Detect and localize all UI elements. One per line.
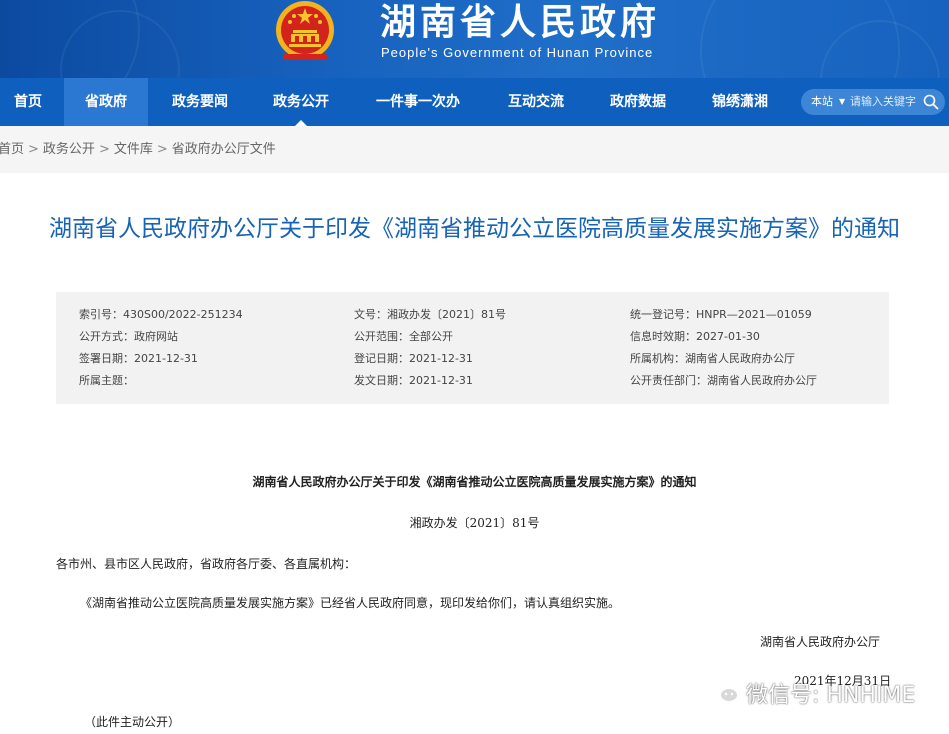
breadcrumb-link-library[interactable]: 文件库 <box>114 142 153 157</box>
breadcrumb-link-office-files[interactable]: 省政府办公厅文件 <box>172 142 276 157</box>
meta-org: 所属机构：湖南省人民政府办公厅 <box>630 352 795 365</box>
search-box[interactable]: 本站 ▼ 请输入关键字 <box>801 89 945 115</box>
nav-item-home[interactable]: 首页 <box>0 78 56 126</box>
wechat-icon <box>709 682 739 703</box>
meta-index-no: 索引号：430S00/2022-251234 <box>79 308 243 321</box>
meta-register-date: 登记日期：2021-12-31 <box>354 352 473 365</box>
nav-item-interaction[interactable]: 互动交流 <box>492 78 580 126</box>
breadcrumb-link-open-government[interactable]: 政务公开 <box>43 142 95 157</box>
nav-item-government-data[interactable]: 政府数据 <box>594 78 682 126</box>
nav-item-news[interactable]: 政务要闻 <box>156 78 244 126</box>
nav-item-open-government[interactable]: 政务公开 <box>256 78 346 126</box>
nav-item-provincial-government[interactable]: 省政府 <box>64 78 148 126</box>
site-header: 湖南省人民政府 People's Government of Hunan Pro… <box>0 0 949 78</box>
site-subtitle: People's Government of Hunan Province <box>381 45 654 60</box>
meta-doc-no: 文号：湘政办发〔2021〕81号 <box>354 308 506 321</box>
wechat-watermark: 微信号: HNHIME <box>708 676 915 710</box>
meta-unified-no: 统一登记号：HNPR—2021—01059 <box>630 308 812 321</box>
meta-publish-mode: 公开方式：政府网站 <box>79 330 178 343</box>
meta-sign-date: 签署日期：2021-12-31 <box>79 352 198 365</box>
meta-publish-scope: 公开范围：全部公开 <box>354 330 453 343</box>
article-signature: 湖南省人民政府办公厅 <box>760 635 881 649</box>
search-input[interactable]: 请输入关键字 <box>850 89 916 115</box>
breadcrumb-link-home[interactable]: 首页 <box>0 142 24 157</box>
article-body-paragraph: 《湖南省推动公立医院高质量发展实施方案》已经省人民政府同意，现印发给你们，请认真… <box>80 596 621 610</box>
meta-issue-date: 发文日期：2021-12-31 <box>354 374 473 387</box>
meta-topic: 所属主题： <box>79 374 134 387</box>
meta-valid-until: 信息时效期：2027-01-30 <box>630 330 760 343</box>
breadcrumb-separator: > <box>156 142 168 157</box>
article-title: 湖南省人民政府办公厅关于印发《湖南省推动公立医院高质量发展实施方案》的通知 <box>252 475 697 489</box>
document-meta-panel: 索引号：430S00/2022-251234 文号：湘政办发〔2021〕81号 … <box>56 292 889 404</box>
search-icon[interactable] <box>923 94 939 110</box>
article-note: （此件主动公开） <box>84 715 181 729</box>
national-emblem-icon <box>276 1 334 60</box>
article-doc-number: 湘政办发〔2021〕81号 <box>409 516 540 530</box>
nav-item-hunan-scenery[interactable]: 锦绣潇湘 <box>696 78 784 126</box>
meta-responsible-dept: 公开责任部门：湖南省人民政府办公厅 <box>630 374 817 387</box>
article-salutation: 各市州、县市区人民政府，省政府各厅委、各直属机构： <box>56 557 357 571</box>
breadcrumb-separator: > <box>98 142 110 157</box>
breadcrumb-separator: > <box>28 142 39 157</box>
document-title: 湖南省人民政府办公厅关于印发《湖南省推动公立医院高质量发展实施方案》的通知 <box>49 216 900 242</box>
site-title: 湖南省人民政府 <box>380 1 661 43</box>
chevron-down-icon: ▼ <box>839 97 846 106</box>
breadcrumb-bar: 首页 > 政务公开 > 文件库 > 省政府办公厅文件 <box>0 126 949 173</box>
search-scope-select[interactable]: 本站 <box>811 89 833 115</box>
watermark-text: 微信号: HNHIME <box>746 683 916 708</box>
breadcrumb: 首页 > 政务公开 > 文件库 > 省政府办公厅文件 <box>0 126 276 173</box>
nav-item-one-thing[interactable]: 一件事一次办 <box>362 78 474 126</box>
